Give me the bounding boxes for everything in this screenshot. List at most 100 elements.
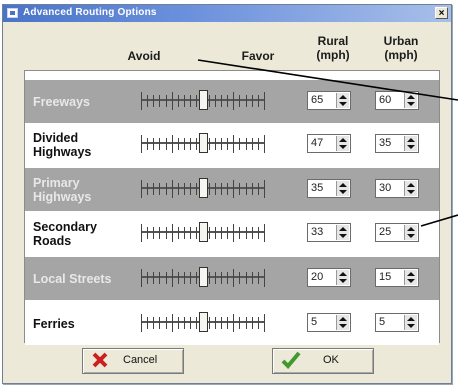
spin-down-icon[interactable] <box>407 324 415 328</box>
spin-down-icon[interactable] <box>339 102 347 106</box>
slider-thumb[interactable] <box>199 267 208 287</box>
spin-up-icon[interactable] <box>339 138 347 142</box>
slider-tick <box>264 180 265 198</box>
spin-down-icon[interactable] <box>407 145 415 149</box>
slider-tick <box>239 138 240 150</box>
slider-tick <box>258 317 259 329</box>
spinner-arrows[interactable] <box>404 315 417 330</box>
spinner-arrows[interactable] <box>336 181 349 196</box>
cancel-label: Cancel <box>123 354 158 366</box>
slider-tick <box>153 138 154 150</box>
spin-down-icon[interactable] <box>339 234 347 238</box>
urban-speed-value[interactable]: 5 <box>379 316 385 328</box>
spinner-arrows[interactable] <box>404 225 417 240</box>
preference-slider[interactable] <box>141 311 265 335</box>
slider-tick <box>147 183 148 195</box>
title-bar[interactable]: Advanced Routing Options × <box>3 5 451 22</box>
slider-tick <box>258 227 259 239</box>
spin-up-icon[interactable] <box>407 272 415 276</box>
rural-speed-spinner[interactable]: 20 <box>307 268 351 287</box>
urban-speed-value[interactable]: 25 <box>379 226 391 238</box>
rural-speed-spinner[interactable]: 65 <box>307 91 351 110</box>
rural-speed-value[interactable]: 47 <box>311 137 323 149</box>
urban-speed-value[interactable]: 15 <box>379 271 391 283</box>
spin-up-icon[interactable] <box>407 317 415 321</box>
spin-up-icon[interactable] <box>339 183 347 187</box>
spinner-arrows[interactable] <box>336 225 349 240</box>
close-button[interactable]: × <box>435 7 448 19</box>
spinner-arrows[interactable] <box>404 181 417 196</box>
spinner-arrows[interactable] <box>336 93 349 108</box>
route-row: Secondary Roads 33 25 <box>25 212 439 255</box>
spinner-arrows[interactable] <box>336 136 349 151</box>
rural-speed-spinner[interactable]: 33 <box>307 223 351 242</box>
urban-speed-spinner[interactable]: 25 <box>375 223 419 242</box>
spinner-arrows[interactable] <box>404 270 417 285</box>
preference-slider[interactable] <box>141 221 265 245</box>
preference-slider[interactable] <box>141 89 265 113</box>
spin-down-icon[interactable] <box>407 234 415 238</box>
spin-down-icon[interactable] <box>407 102 415 106</box>
slider-tick <box>246 95 247 107</box>
urban-speed-spinner[interactable]: 5 <box>375 313 419 332</box>
slider-tick <box>209 138 210 150</box>
slider-tick <box>141 314 142 332</box>
urban-speed-spinner[interactable]: 30 <box>375 179 419 198</box>
spinner-arrows[interactable] <box>336 270 349 285</box>
rural-speed-spinner[interactable]: 35 <box>307 179 351 198</box>
rural-speed-value[interactable]: 5 <box>311 316 317 328</box>
rural-speed-spinner[interactable]: 47 <box>307 134 351 153</box>
rural-speed-value[interactable]: 65 <box>311 94 323 106</box>
urban-speed-spinner[interactable]: 35 <box>375 134 419 153</box>
slider-tick <box>221 138 222 150</box>
rural-speed-value[interactable]: 35 <box>311 182 323 194</box>
ok-button[interactable]: OK <box>272 348 374 374</box>
slider-thumb[interactable] <box>199 312 208 332</box>
spin-down-icon[interactable] <box>339 279 347 283</box>
spin-up-icon[interactable] <box>407 227 415 231</box>
urban-speed-spinner[interactable]: 60 <box>375 91 419 110</box>
urban-speed-value[interactable]: 35 <box>379 137 391 149</box>
spin-up-icon[interactable] <box>407 183 415 187</box>
slider-tick <box>209 227 210 239</box>
slider-tick <box>209 272 210 284</box>
spin-up-icon[interactable] <box>339 95 347 99</box>
route-row: Ferries 5 5 <box>25 302 439 345</box>
spin-down-icon[interactable] <box>407 279 415 283</box>
urban-speed-spinner[interactable]: 15 <box>375 268 419 287</box>
spinner-arrows[interactable] <box>336 315 349 330</box>
preference-slider[interactable] <box>141 177 265 201</box>
preference-slider[interactable] <box>141 266 265 290</box>
slider-tick <box>159 227 160 239</box>
preference-slider[interactable] <box>141 132 265 156</box>
spin-down-icon[interactable] <box>339 190 347 194</box>
spinner-arrows[interactable] <box>404 136 417 151</box>
slider-tick <box>227 272 228 284</box>
slider-thumb[interactable] <box>199 133 208 153</box>
slider-tick <box>264 135 265 153</box>
slider-thumb[interactable] <box>199 90 208 110</box>
spin-up-icon[interactable] <box>339 317 347 321</box>
slider-thumb[interactable] <box>199 222 208 242</box>
app-icon <box>7 8 18 18</box>
spin-up-icon[interactable] <box>407 95 415 99</box>
spin-down-icon[interactable] <box>339 145 347 149</box>
slider-thumb[interactable] <box>199 178 208 198</box>
slider-tick <box>252 227 253 239</box>
row-label: Freeways <box>33 94 90 109</box>
rural-speed-value[interactable]: 33 <box>311 226 323 238</box>
slider-tick <box>215 317 216 329</box>
spin-down-icon[interactable] <box>339 324 347 328</box>
slider-tick <box>246 138 247 150</box>
cancel-button[interactable]: Cancel <box>82 348 184 374</box>
spin-up-icon[interactable] <box>407 138 415 142</box>
spin-up-icon[interactable] <box>339 227 347 231</box>
spinner-arrows[interactable] <box>404 93 417 108</box>
rural-speed-value[interactable]: 20 <box>311 271 323 283</box>
slider-tick <box>190 272 191 284</box>
urban-speed-value[interactable]: 60 <box>379 94 391 106</box>
spin-up-icon[interactable] <box>339 272 347 276</box>
urban-speed-value[interactable]: 30 <box>379 182 391 194</box>
spin-down-icon[interactable] <box>407 190 415 194</box>
rural-speed-spinner[interactable]: 5 <box>307 313 351 332</box>
